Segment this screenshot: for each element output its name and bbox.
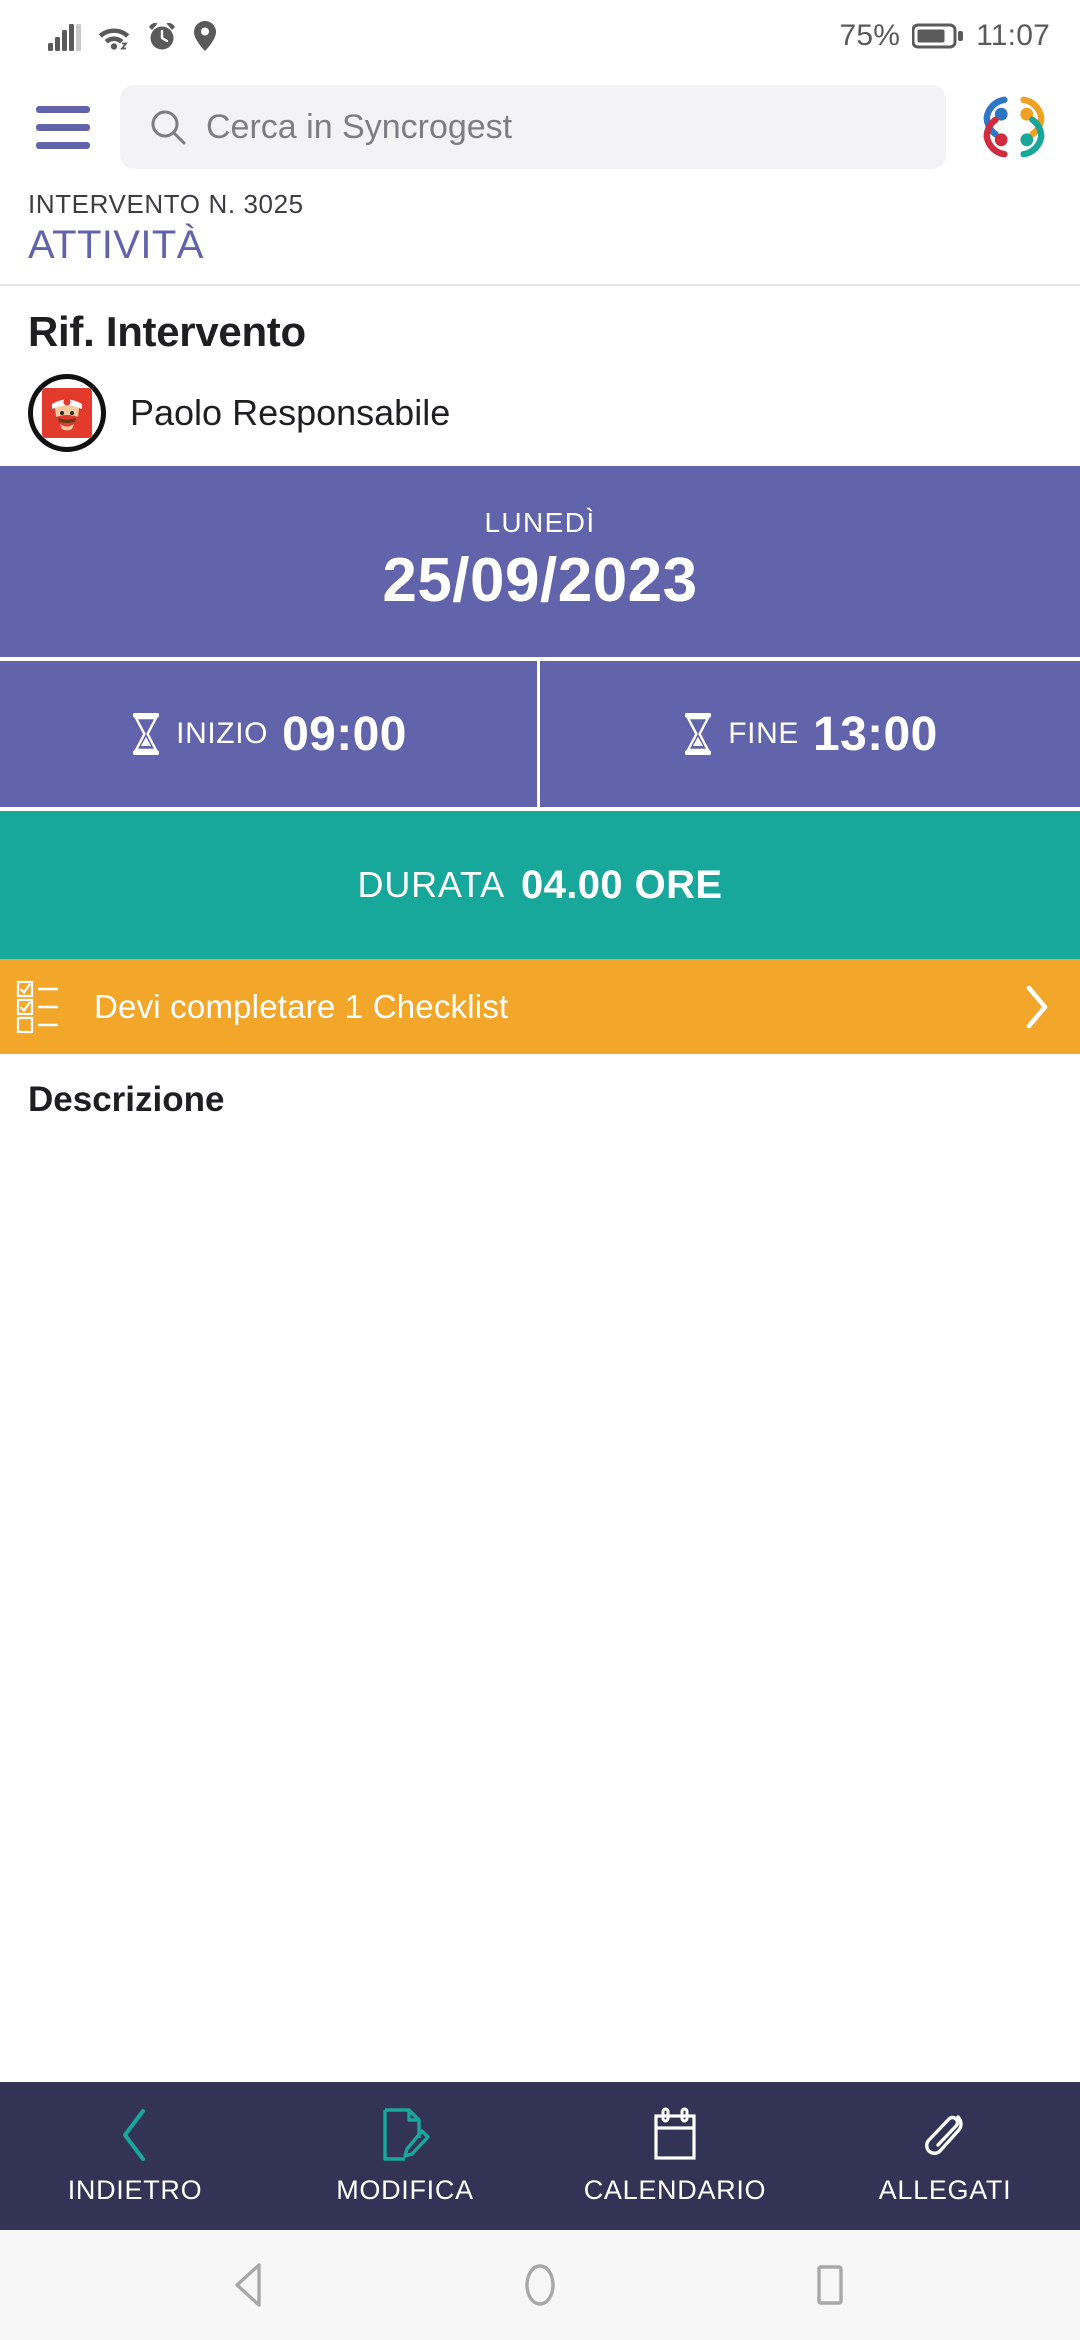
- nav-label-calendario: CALENDARIO: [583, 2174, 767, 2205]
- search-placeholder-text: Cerca in Syncrogest: [206, 107, 513, 146]
- search-input[interactable]: Cerca in Syncrogest: [120, 85, 946, 169]
- avatar-image: [42, 388, 92, 438]
- bottom-navigation-bar: INDIETRO MODIFICA CALENDARIO ALLEGATI: [0, 2082, 1080, 2230]
- document-edit-icon: [379, 2107, 431, 2163]
- duration-label: DURATA: [357, 864, 505, 905]
- intervention-number-label: INTERVENTO N. 3025: [28, 189, 304, 219]
- start-time-value: 09:00: [282, 707, 407, 761]
- calendar-icon: [649, 2107, 701, 2163]
- app-screen: 75% 11:07 Cerca in Syncrogest INTERVENTO…: [0, 0, 1080, 2340]
- time-row: INIZIO 09:00 FINE 13:00: [0, 661, 1080, 811]
- search-icon: [151, 110, 186, 145]
- nav-label-modifica: MODIFICA: [336, 2174, 474, 2205]
- alarm-icon: [149, 22, 175, 50]
- start-time-cell[interactable]: INIZIO 09:00: [0, 661, 540, 807]
- assigned-person-row[interactable]: Paolo Responsabile: [28, 374, 1052, 452]
- chevron-right-icon[interactable]: [1022, 984, 1052, 1030]
- android-home-icon[interactable]: [505, 2250, 575, 2320]
- date-block: LUNEDÌ 25/09/2023: [0, 466, 1080, 661]
- checklist-icon: [16, 980, 58, 1033]
- battery-icon: [912, 23, 964, 49]
- clock-label: 11:07: [976, 19, 1050, 52]
- location-icon: [194, 21, 216, 51]
- hamburger-line: [36, 141, 90, 149]
- battery-percent-label: 75%: [839, 19, 901, 52]
- wifi-icon: [98, 28, 130, 50]
- signal-icon: [48, 24, 81, 51]
- hamburger-line: [36, 105, 90, 113]
- checklist-banner[interactable]: Devi completare 1 Checklist: [0, 959, 1080, 1054]
- status-bar-left: [48, 20, 218, 52]
- nav-item-calendario[interactable]: CALENDARIO: [540, 2082, 810, 2230]
- nav-item-modifica[interactable]: MODIFICA: [270, 2082, 540, 2230]
- status-bar: 75% 11:07: [0, 0, 1080, 72]
- android-recents-icon[interactable]: [795, 2250, 865, 2320]
- status-bar-right: 75% 11:07: [839, 19, 1050, 53]
- end-time-label: FINE: [728, 717, 799, 750]
- nav-item-indietro[interactable]: INDIETRO: [0, 2082, 270, 2230]
- assigned-person-name: Paolo Responsabile: [130, 392, 451, 433]
- app-header: Cerca in Syncrogest: [0, 72, 1080, 182]
- hourglass-icon: [685, 713, 712, 755]
- end-time-value: 13:00: [812, 707, 938, 761]
- page-title: ATTIVITÀ: [28, 222, 204, 267]
- description-title: Descrizione: [28, 1080, 225, 1119]
- description-section: Descrizione: [0, 1054, 1080, 2082]
- weekday-label: LUNEDÌ: [484, 507, 596, 538]
- hamburger-line: [36, 123, 90, 131]
- nav-label-indietro: INDIETRO: [67, 2174, 203, 2205]
- syncrogest-logo[interactable]: [974, 87, 1054, 167]
- checklist-banner-text: Devi completare 1 Checklist: [94, 987, 509, 1025]
- duration-bar: DURATA 04.00 ORE: [0, 811, 1080, 959]
- hourglass-icon: [133, 713, 160, 755]
- reference-section: Rif. Intervento Paolo Responsabile: [0, 286, 1080, 466]
- paperclip-icon: [921, 2107, 969, 2163]
- android-system-navigation: [0, 2230, 1080, 2340]
- hamburger-menu-icon[interactable]: [30, 97, 96, 157]
- reference-heading: Rif. Intervento: [28, 308, 306, 355]
- avatar: [28, 374, 106, 452]
- android-back-icon[interactable]: [215, 2250, 285, 2320]
- end-time-cell[interactable]: FINE 13:00: [540, 661, 1080, 807]
- start-time-label: INIZIO: [176, 717, 269, 750]
- date-label: 25/09/2023: [382, 546, 698, 615]
- nav-label-allegati: ALLEGATI: [878, 2174, 1012, 2205]
- chevron-left-icon: [115, 2107, 155, 2163]
- nav-item-allegati[interactable]: ALLEGATI: [810, 2082, 1080, 2230]
- duration-value: 04.00 ORE: [520, 862, 723, 907]
- page-title-block: INTERVENTO N. 3025 ATTIVITÀ: [0, 182, 1080, 286]
